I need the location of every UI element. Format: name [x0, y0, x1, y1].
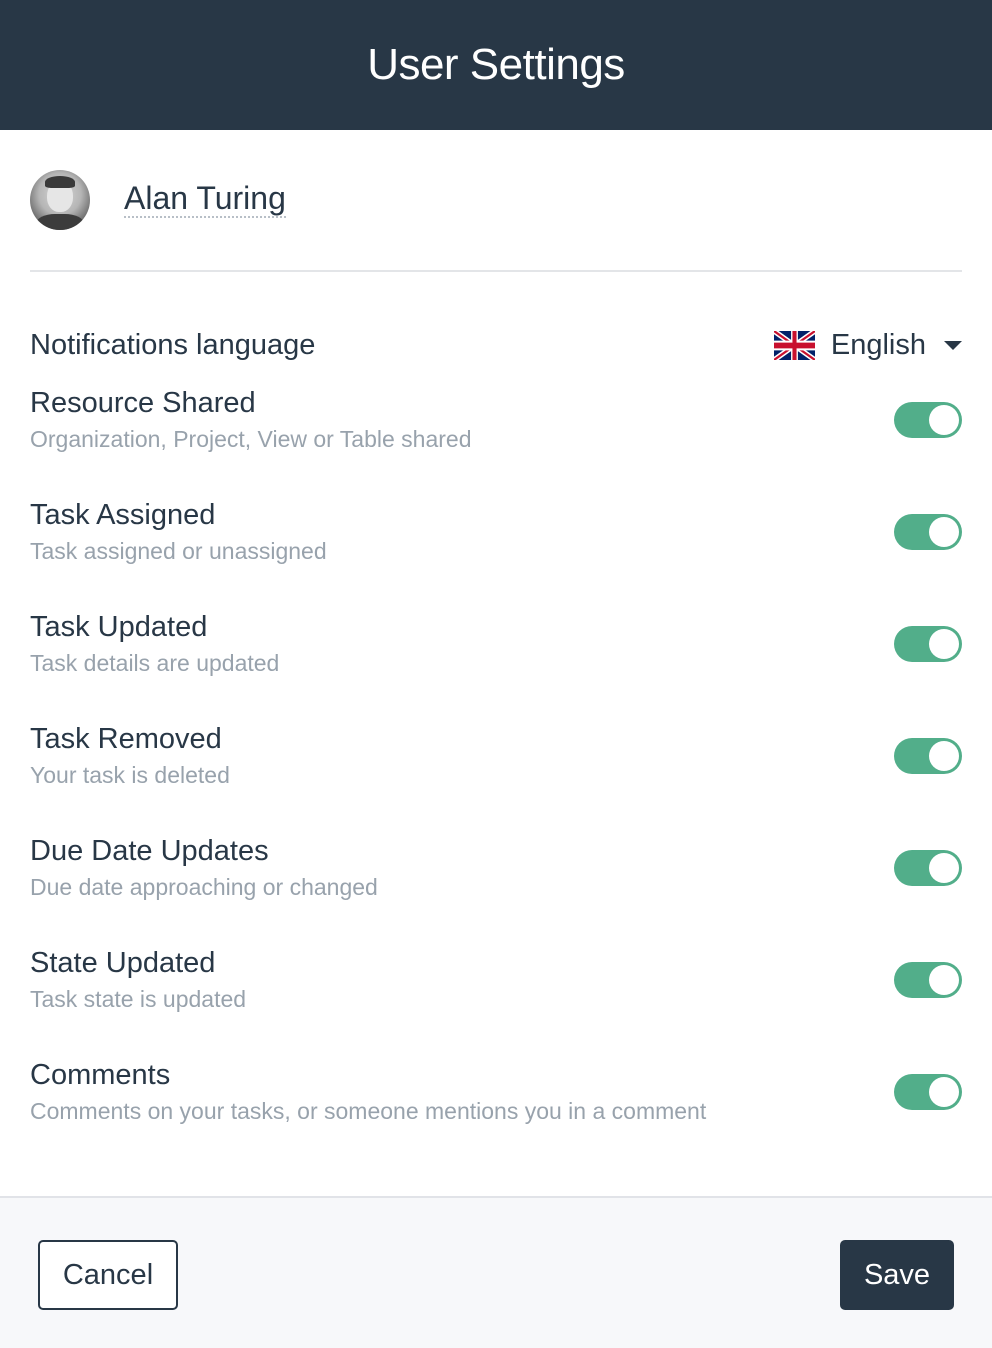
resource-shared-toggle[interactable] [894, 402, 962, 438]
modal-header: User Settings [0, 0, 992, 130]
modal-footer: Cancel Save [0, 1196, 992, 1348]
notifications-language-label: Notifications language [30, 328, 316, 361]
setting-title: Resource Shared [30, 387, 256, 419]
setting-description: Task assigned or unassigned [30, 538, 327, 564]
avatar [30, 170, 90, 230]
user-name[interactable]: Alan Turing [124, 182, 286, 218]
notification-settings-list: Resource Shared Organization, Project, V… [30, 382, 962, 1166]
setting-task-assigned: Task Assigned Task assigned or unassigne… [30, 494, 962, 606]
task-updated-toggle[interactable] [894, 626, 962, 662]
setting-task-updated: Task Updated Task details are updated [30, 606, 962, 718]
setting-title: Comments [30, 1059, 171, 1091]
setting-description: Task state is updated [30, 986, 247, 1012]
setting-due-date-updates: Due Date Updates Due date approaching or… [30, 830, 962, 942]
caret-down-icon [944, 340, 962, 350]
settings-content: Alan Turing Notifications language Engli… [0, 130, 992, 1166]
language-dropdown[interactable]: English [773, 328, 962, 362]
comments-toggle[interactable] [894, 1074, 962, 1110]
setting-task-removed: Task Removed Your task is deleted [30, 718, 962, 830]
setting-description: Your task is deleted [30, 762, 230, 788]
page-title: User Settings [367, 40, 625, 89]
setting-title: State Updated [30, 947, 216, 979]
setting-description: Due date approaching or changed [30, 874, 378, 900]
setting-description: Task details are updated [30, 650, 280, 676]
uk-flag-icon [773, 330, 815, 360]
task-assigned-toggle[interactable] [894, 514, 962, 550]
setting-title: Task Assigned [30, 499, 216, 531]
cancel-button[interactable]: Cancel [38, 1240, 178, 1310]
setting-title: Task Removed [30, 723, 222, 755]
setting-resource-shared: Resource Shared Organization, Project, V… [30, 382, 962, 494]
task-removed-toggle[interactable] [894, 738, 962, 774]
due-date-updates-toggle[interactable] [894, 850, 962, 886]
user-profile: Alan Turing [30, 130, 962, 272]
setting-title: Due Date Updates [30, 835, 269, 867]
setting-description: Organization, Project, View or Table sha… [30, 426, 472, 452]
language-selected-value: English [830, 328, 926, 361]
state-updated-toggle[interactable] [894, 962, 962, 998]
save-button[interactable]: Save [840, 1240, 954, 1310]
setting-state-updated: State Updated Task state is updated [30, 942, 962, 1054]
setting-title: Task Updated [30, 611, 208, 643]
setting-description: Comments on your tasks, or someone menti… [30, 1098, 707, 1124]
setting-comments: Comments Comments on your tasks, or some… [30, 1054, 962, 1166]
